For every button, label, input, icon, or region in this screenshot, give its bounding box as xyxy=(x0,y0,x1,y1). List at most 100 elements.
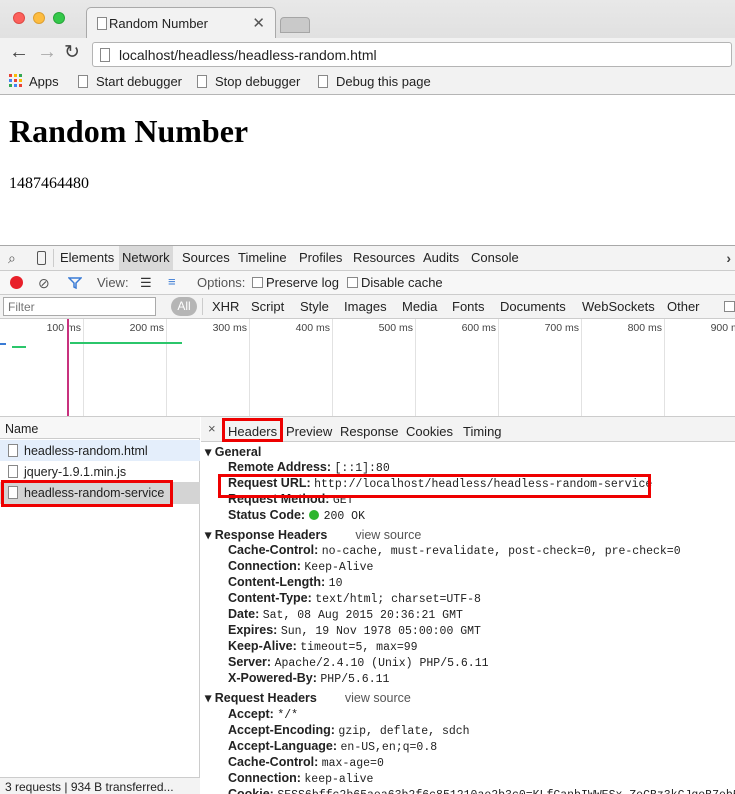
new-tab-button[interactable] xyxy=(280,17,310,33)
header-row: Remote Address: [::1]:80 xyxy=(228,460,390,475)
hide-data-urls-checkbox[interactable] xyxy=(724,301,735,312)
disable-cache-checkbox[interactable]: Disable cache xyxy=(347,275,443,290)
zoom-window-button[interactable] xyxy=(53,12,65,24)
document-icon xyxy=(8,465,18,478)
tab-timeline[interactable]: Timeline xyxy=(238,250,287,265)
timeline-tick-label: 900 ms xyxy=(710,322,735,334)
header-row: Connection: Keep-Alive xyxy=(228,559,373,574)
filter-all[interactable]: All xyxy=(171,297,197,316)
bookmark-stop-debugger[interactable]: Stop debugger xyxy=(197,74,300,89)
general-section-header[interactable]: ▾ General xyxy=(205,444,261,459)
page-icon xyxy=(100,48,110,62)
apps-grid-icon xyxy=(9,74,22,87)
forward-arrow-icon[interactable]: → xyxy=(37,41,57,64)
timeline-tick-label: 200 ms xyxy=(129,322,164,334)
tab-sources[interactable]: Sources xyxy=(182,250,230,265)
timeline-gridline xyxy=(249,319,250,416)
status-bar: 3 requests | 934 B transferred... xyxy=(0,777,200,794)
tab-cookies[interactable]: Cookies xyxy=(406,424,453,439)
back-arrow-icon[interactable]: ← xyxy=(9,41,29,64)
bookmark-start-debugger[interactable]: Start debugger xyxy=(78,74,182,89)
page-icon xyxy=(318,75,328,88)
header-value: Sun, 19 Nov 1978 05:00:00 GMT xyxy=(280,625,481,638)
filter-xhr[interactable]: XHR xyxy=(212,299,239,314)
tab-elements[interactable]: Elements xyxy=(60,250,114,265)
tab-console[interactable]: Console xyxy=(471,250,519,265)
header-value: SESS6bffc2b65aea63b2f6c851210ae2b3c0=KLf… xyxy=(277,789,735,794)
request-row[interactable]: jquery-1.9.1.min.js xyxy=(0,461,200,482)
network-controls: ⊘ View: ☰ ≡ Options: Preserve log Disabl… xyxy=(0,271,735,295)
header-row: X-Powered-By: PHP/5.6.11 xyxy=(228,671,389,686)
request-list: Name headless-random.html jquery-1.9.1.m… xyxy=(0,417,200,794)
view-source-link[interactable]: view source xyxy=(345,691,411,705)
header-value: Sat, 08 Aug 2015 20:36:21 GMT xyxy=(262,609,463,622)
highlight-box xyxy=(222,418,283,442)
filter-media[interactable]: Media xyxy=(402,299,437,314)
timeline-tick-label: 300 ms xyxy=(212,322,247,334)
filter-documents[interactable]: Documents xyxy=(500,299,566,314)
reload-icon[interactable]: ↻ xyxy=(64,41,80,64)
header-value: keep-alive xyxy=(304,773,374,786)
tab-close-icon[interactable]: ✕ xyxy=(252,14,265,32)
header-row: Cache-Control: max-age=0 xyxy=(228,755,384,770)
timeline-overview[interactable]: 100 ms 200 ms 300 ms 400 ms 500 ms 600 ms 700 … xyxy=(0,319,735,417)
overview-icon[interactable]: ≡ xyxy=(168,274,176,289)
header-row: Content-Type: text/html; charset=UTF-8 xyxy=(228,591,481,606)
minimize-window-button[interactable] xyxy=(33,12,45,24)
list-view-icon[interactable]: ☰ xyxy=(140,275,152,291)
tab-timing[interactable]: Timing xyxy=(463,424,502,439)
status-bar-text: 3 requests | 934 B transferred... xyxy=(5,780,174,794)
timeline-tick-label: 800 ms xyxy=(627,322,662,334)
tab-audits[interactable]: Audits xyxy=(423,250,459,265)
header-key: Status Code: xyxy=(228,508,309,522)
timeline-tick-label: 100 ms xyxy=(46,322,81,334)
tab-profiles[interactable]: Profiles xyxy=(299,250,342,265)
options-label: Options: xyxy=(197,275,246,290)
tab-resources[interactable]: Resources xyxy=(353,250,415,265)
page-icon xyxy=(78,75,88,88)
request-row[interactable]: headless-random.html xyxy=(0,440,200,461)
header-key: Remote Address: xyxy=(228,460,335,474)
filter-other[interactable]: Other xyxy=(667,299,700,314)
filter-funnel-icon[interactable] xyxy=(68,277,82,289)
header-row: Server: Apache/2.4.10 (Unix) PHP/5.6.11 xyxy=(228,655,489,670)
filter-websockets[interactable]: WebSockets xyxy=(582,299,655,314)
browser-tab[interactable]: Random Number ✕ xyxy=(86,7,276,38)
header-key: Keep-Alive: xyxy=(228,639,301,653)
request-name: jquery-1.9.1.min.js xyxy=(24,465,127,479)
view-source-link[interactable]: view source xyxy=(355,528,421,542)
detail-tabbar: × Headers Preview Response Cookies Timin… xyxy=(201,417,735,442)
filter-fonts[interactable]: Fonts xyxy=(452,299,485,314)
bookmark-apps[interactable]: Apps xyxy=(9,74,59,89)
header-key: Accept-Encoding: xyxy=(228,723,339,737)
address-bar[interactable]: localhost/headless/headless-random.html xyxy=(92,42,732,67)
close-window-button[interactable] xyxy=(13,12,25,24)
bookmark-debug-this-page[interactable]: Debug this page xyxy=(318,74,431,89)
header-row: Status Code: 200 OK xyxy=(228,508,365,523)
timeline-gridline xyxy=(166,319,167,416)
clear-icon[interactable]: ⊘ xyxy=(38,275,50,292)
record-icon[interactable] xyxy=(10,276,23,289)
filter-input[interactable] xyxy=(3,297,156,316)
preserve-log-checkbox[interactable]: Preserve log xyxy=(252,275,339,290)
request-name: headless-random.html xyxy=(24,444,148,458)
tab-response[interactable]: Response xyxy=(340,424,399,439)
request-headers-section-header[interactable]: ▾ Request Headers view source xyxy=(205,690,411,705)
timeline-tick-label: 700 ms xyxy=(544,322,579,334)
more-tabs-icon[interactable]: › xyxy=(726,250,731,266)
filter-images[interactable]: Images xyxy=(344,299,387,314)
inspect-search-icon[interactable]: ⌕ xyxy=(8,250,16,267)
tab-preview[interactable]: Preview xyxy=(286,424,332,439)
filter-script[interactable]: Script xyxy=(251,299,284,314)
devtools-tabbar: ⌕ Elements Network Sources Timeline Prof… xyxy=(0,246,735,271)
name-column-header[interactable]: Name xyxy=(0,417,200,439)
header-key: Cookie: xyxy=(228,787,278,794)
filter-style[interactable]: Style xyxy=(300,299,329,314)
close-icon[interactable]: × xyxy=(208,421,216,436)
document-icon xyxy=(8,444,18,457)
response-headers-section-header[interactable]: ▾ Response Headers view source xyxy=(205,527,421,542)
tab-network[interactable]: Network xyxy=(119,246,173,270)
device-mode-icon[interactable] xyxy=(37,251,46,265)
page-icon xyxy=(97,17,107,30)
header-key: Content-Type: xyxy=(228,591,316,605)
